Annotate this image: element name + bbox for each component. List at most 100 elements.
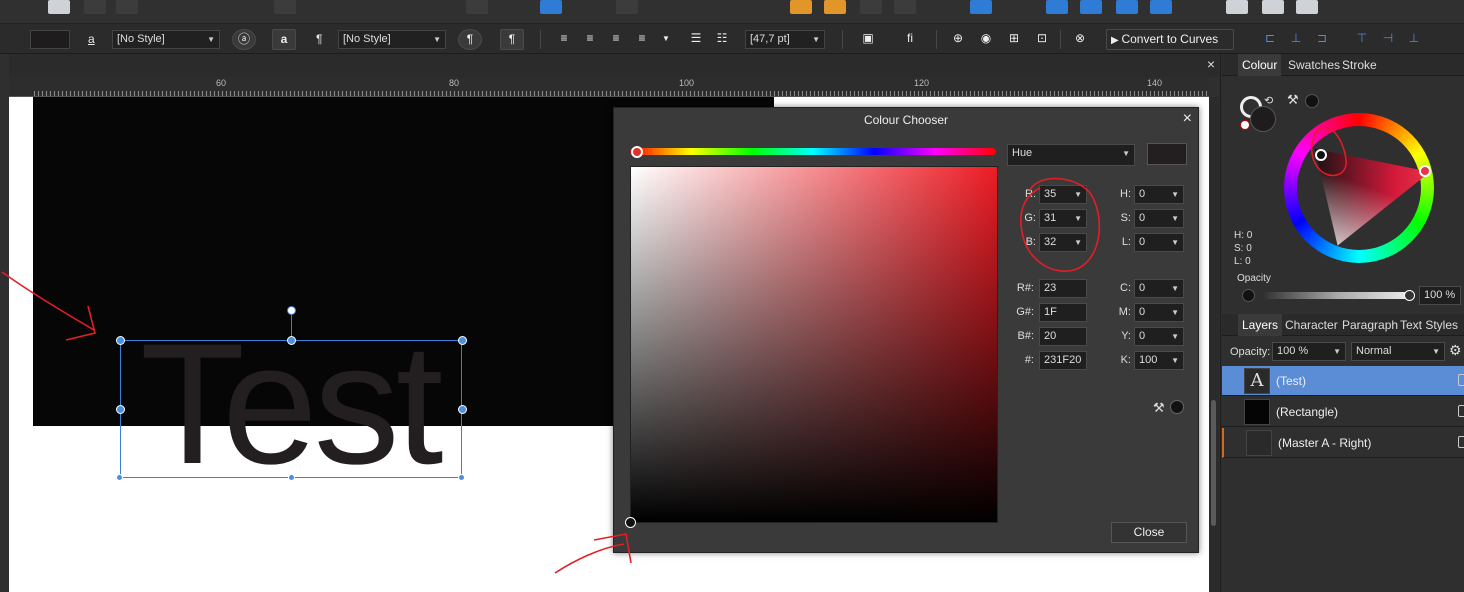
text-fill-swatch[interactable] — [30, 30, 70, 49]
distribute-icon[interactable]: ⊞ — [1002, 29, 1026, 50]
opacity-slider[interactable] — [1264, 292, 1412, 299]
view-icon[interactable]: ◉ — [974, 29, 998, 50]
visibility-checkbox[interactable] — [1458, 374, 1464, 386]
align-center-icon[interactable]: ≡ — [578, 29, 602, 50]
tab-paragraph[interactable]: Paragraph — [1342, 318, 1398, 332]
resize-handle-right[interactable] — [458, 405, 467, 414]
rotation-handle[interactable] — [287, 306, 296, 315]
green-value-field[interactable]: 31 ▼ — [1039, 209, 1087, 228]
cyan-value-field[interactable]: 0 ▼ — [1134, 279, 1184, 298]
character-style-clear-button[interactable]: ⓐ — [232, 29, 256, 50]
hue-slider[interactable] — [630, 148, 996, 155]
opacity-slider-knob[interactable] — [1404, 290, 1415, 301]
layer-row-master[interactable]: (Master A - Right) — [1222, 428, 1464, 458]
visibility-checkbox[interactable] — [1458, 405, 1464, 417]
paragraph-style-clear-button[interactable]: ¶ — [458, 29, 482, 50]
arrange-front-icon[interactable] — [860, 0, 882, 14]
magenta-value-field[interactable]: 0 ▼ — [1134, 303, 1184, 322]
colour-picker-knob[interactable] — [625, 517, 636, 528]
align-center-objects-icon[interactable]: ⊥ — [1284, 29, 1308, 50]
close-button[interactable]: Close — [1111, 522, 1187, 543]
tab-swatches[interactable]: Swatches — [1288, 58, 1340, 72]
blue-hex-field[interactable]: 20 — [1039, 327, 1087, 346]
tab-stroke[interactable]: Stroke — [1342, 58, 1377, 72]
close-document-icon[interactable]: × — [1207, 56, 1215, 72]
chevron-down-icon[interactable]: ▼ — [654, 29, 678, 50]
character-style-select[interactable]: [No Style] ▼ — [112, 30, 220, 49]
scrollbar-thumb[interactable] — [1211, 400, 1216, 526]
wheel-hue-knob[interactable] — [1419, 165, 1431, 177]
paragraph-style-select[interactable]: [No Style] ▼ — [338, 30, 446, 49]
align-icon[interactable] — [970, 0, 992, 14]
hue-slider-knob[interactable] — [631, 146, 643, 158]
hex-value-field[interactable]: 231F20 — [1039, 351, 1087, 370]
arrange-back-icon[interactable] — [790, 0, 812, 14]
numbered-list-icon[interactable]: ☷ — [710, 29, 734, 50]
saturation-lightness-square[interactable] — [630, 166, 998, 523]
resize-handle-top[interactable] — [287, 336, 296, 345]
layer-opacity-field[interactable]: 100 % ▼ — [1272, 342, 1346, 361]
arrange-forward-icon[interactable] — [824, 0, 846, 14]
close-icon[interactable]: × — [1183, 110, 1192, 128]
resize-handle-bottom[interactable] — [288, 474, 295, 481]
assistant-icon[interactable] — [466, 0, 488, 14]
align-left-objects-icon[interactable]: ⊏ — [1258, 29, 1282, 50]
ligature-button[interactable]: fi — [898, 29, 922, 50]
resize-handle-bottom-left[interactable] — [116, 474, 123, 481]
boolean-intersect-icon[interactable] — [1296, 0, 1318, 14]
fill-swatch[interactable] — [1250, 106, 1276, 132]
red-value-field[interactable]: 35 ▼ — [1039, 185, 1087, 204]
justify-icon[interactable]: ≡ — [630, 29, 654, 50]
no-colour-icon[interactable] — [1240, 120, 1250, 130]
tab-character[interactable]: Character — [1285, 318, 1338, 332]
align-right-icon[interactable]: ≡ — [604, 29, 628, 50]
blend-mode-select[interactable]: Normal ▼ — [1351, 342, 1445, 361]
align-middle-objects-icon[interactable]: ⊣ — [1376, 29, 1400, 50]
yellow-value-field[interactable]: 0 ▼ — [1134, 327, 1184, 346]
opacity-field[interactable]: 100 % — [1419, 286, 1461, 305]
character-style-button[interactable]: a — [272, 29, 296, 50]
font-size-select[interactable]: [47,7 pt] ▼ — [745, 30, 825, 49]
transform-icon[interactable]: ⊡ — [1030, 29, 1054, 50]
resize-handle-top-right[interactable] — [458, 336, 467, 345]
visibility-checkbox[interactable] — [1458, 436, 1464, 448]
convert-to-curves-button[interactable]: ▶ Convert to Curves — [1106, 29, 1234, 50]
hue-value-field[interactable]: 0 ▼ — [1134, 185, 1184, 204]
tab-colour[interactable]: Colour — [1238, 54, 1282, 76]
align-left-icon[interactable]: ≡ — [552, 29, 576, 50]
paragraph-style-button[interactable]: ¶ — [500, 29, 524, 50]
bullet-list-icon[interactable]: ☰ — [684, 29, 708, 50]
align-bottom-objects-icon[interactable]: ⊥ — [1402, 29, 1426, 50]
arrange-top-icon[interactable] — [894, 0, 916, 14]
snapping-icon[interactable]: ⊕ — [946, 29, 970, 50]
align-top-objects-icon[interactable]: ⊤ — [1350, 29, 1374, 50]
rotate-right-icon[interactable] — [1150, 0, 1172, 14]
text-frame-options-icon[interactable]: ▣ — [856, 29, 880, 50]
close-doc-icon[interactable] — [116, 0, 138, 14]
resize-handle-top-left[interactable] — [116, 336, 125, 345]
boolean-subtract-icon[interactable] — [1262, 0, 1284, 14]
green-hex-field[interactable]: 1F — [1039, 303, 1087, 322]
brush-icon[interactable] — [616, 0, 638, 14]
resize-handle-left[interactable] — [116, 405, 125, 414]
blue-value-field[interactable]: 32 ▼ — [1039, 233, 1087, 252]
lightness-value-field[interactable]: 0 ▼ — [1134, 233, 1184, 252]
align-right-objects-icon[interactable]: ⊐ — [1310, 29, 1334, 50]
triangle-knob[interactable] — [1315, 149, 1327, 161]
red-hex-field[interactable]: 23 — [1039, 279, 1087, 298]
saturation-value-field[interactable]: 0 ▼ — [1134, 209, 1184, 228]
layer-row-test[interactable]: A (Test) — [1222, 366, 1464, 396]
document-icon[interactable] — [48, 0, 70, 14]
text-frame-icon[interactable] — [540, 0, 562, 14]
key-value-field[interactable]: 100 ▼ — [1134, 351, 1184, 370]
flip-vertical-icon[interactable] — [1080, 0, 1102, 14]
colour-mode-select[interactable]: Hue ▼ — [1007, 144, 1135, 166]
wrap-icon[interactable]: ⊗ — [1068, 29, 1092, 50]
flip-horizontal-icon[interactable] — [1046, 0, 1068, 14]
resize-handle-bottom-right[interactable] — [458, 474, 465, 481]
boolean-add-icon[interactable] — [1226, 0, 1248, 14]
gear-icon[interactable]: ⚙ — [1449, 342, 1462, 359]
settings-icon[interactable] — [84, 0, 106, 14]
layer-row-rectangle[interactable]: (Rectangle) — [1222, 397, 1464, 427]
tab-text-styles[interactable]: Text Styles — [1400, 318, 1458, 332]
